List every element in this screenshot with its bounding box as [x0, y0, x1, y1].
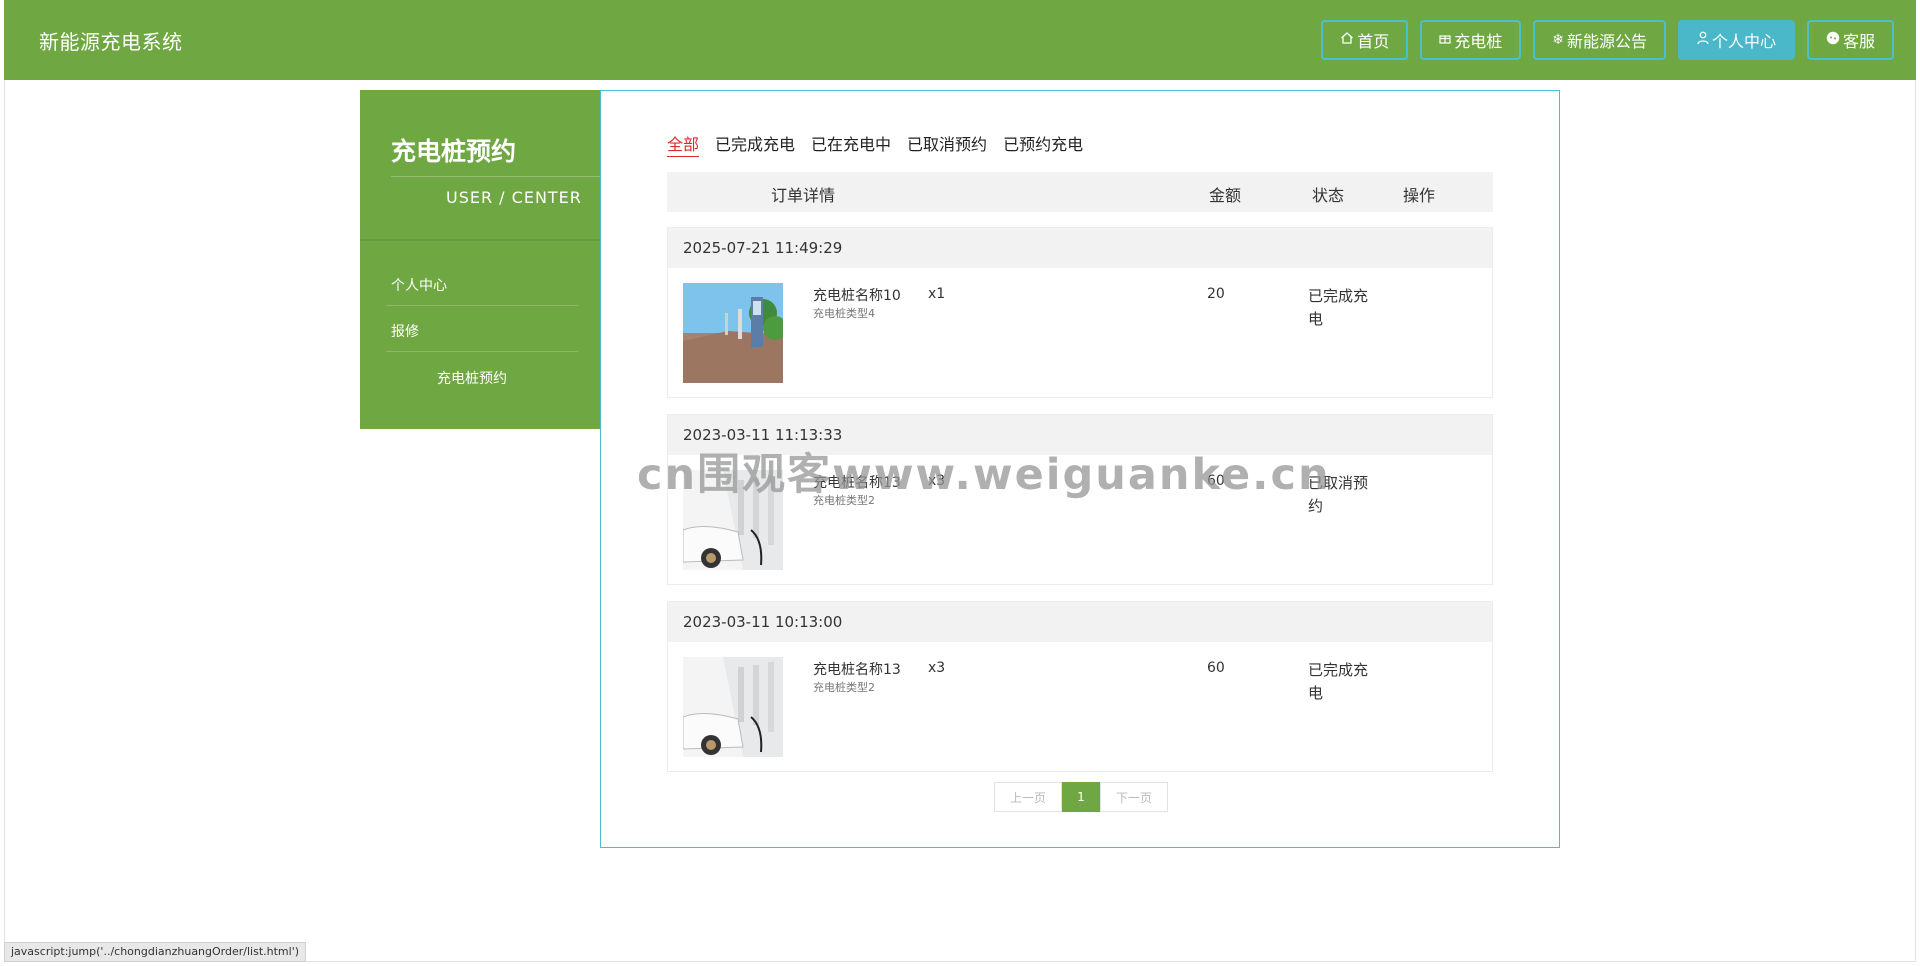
home-icon — [1340, 31, 1354, 49]
order-amount: 60 — [1207, 660, 1225, 676]
user-icon — [1697, 31, 1709, 49]
nav-announcement-button[interactable]: ❄ 新能源公告 — [1533, 20, 1666, 60]
page-1-button[interactable]: 1 — [1062, 782, 1100, 812]
tab-all[interactable]: 全部 — [667, 131, 700, 157]
chat-icon — [1826, 31, 1840, 49]
pagination: 上一页 1 下一页 — [994, 782, 1168, 812]
order-card: 2025-07-21 11:49:29 充电桩名称10 充电桩类型4 x1 20… — [667, 227, 1493, 398]
charging-pile-image[interactable] — [683, 283, 783, 383]
nav-announcement-label: 新能源公告 — [1566, 32, 1647, 51]
sidebar-item-reservation[interactable]: 充电桩预约 — [437, 368, 507, 388]
tab-cancelled[interactable]: 已取消预约 — [907, 131, 987, 157]
nav-user-center-button[interactable]: 个人中心 — [1677, 20, 1795, 60]
nav-buttons: 首页 充电桩 ❄ 新能源公告 个人中心 客服 — [1321, 20, 1894, 60]
order-item-quantity: x1 — [928, 286, 946, 302]
sidebar-divider — [391, 176, 600, 177]
tab-completed[interactable]: 已完成充电 — [715, 131, 795, 157]
order-item-name[interactable]: 充电桩名称13 — [813, 472, 901, 492]
charging-pile-image[interactable] — [683, 657, 783, 757]
header-amount: 金额 — [1209, 186, 1242, 205]
nav-home-label: 首页 — [1357, 32, 1390, 51]
order-status: 已完成充电 — [1308, 287, 1369, 328]
order-item-name[interactable]: 充电桩名称13 — [813, 659, 901, 679]
order-time: 2023-03-11 10:13:00 — [668, 602, 1492, 642]
brand-title: 新能源充电系统 — [39, 30, 183, 54]
nav-customer-service-button[interactable]: 客服 — [1806, 20, 1894, 60]
sidebar: 充电桩预约 USER / CENTER 个人中心 报修 充电桩预约 — [360, 90, 600, 429]
header-order-detail: 订单详情 — [771, 186, 836, 205]
order-card: 2023-03-11 10:13:00 充电桩名称13 充电桩类型2 x3 60… — [667, 601, 1493, 772]
order-amount: 60 — [1207, 473, 1225, 489]
table-header: 订单详情 金额 状态 操作 — [667, 172, 1493, 212]
gift-icon — [1439, 32, 1451, 48]
nav-charging-pile-button[interactable]: 充电桩 — [1420, 20, 1522, 60]
order-item-type: 充电桩类型2 — [813, 681, 875, 694]
snowflake-icon: ❄ — [1552, 32, 1564, 48]
sidebar-item-divider — [386, 305, 578, 306]
sidebar-divider — [360, 239, 600, 241]
order-item-type: 充电桩类型2 — [813, 494, 875, 507]
order-amount: 20 — [1207, 286, 1225, 302]
tab-charging[interactable]: 已在充电中 — [811, 131, 891, 157]
nav-customer-service-label: 客服 — [1842, 32, 1875, 51]
sidebar-item-user-center[interactable]: 个人中心 — [391, 275, 447, 295]
order-panel: 全部 已完成充电 已在充电中 已取消预约 已预约充电 订单详情 金额 状态 操作… — [600, 90, 1560, 848]
nav-charging-pile-label: 充电桩 — [1454, 32, 1503, 51]
sidebar-item-repair[interactable]: 报修 — [391, 321, 419, 341]
next-page-button[interactable]: 下一页 — [1100, 782, 1168, 812]
header-action: 操作 — [1403, 186, 1436, 205]
sidebar-subtitle: USER / CENTER — [446, 188, 582, 207]
browser-status-bar: javascript:jump('../chongdianzhuangOrder… — [4, 942, 307, 962]
order-status: 已完成充电 — [1308, 661, 1369, 702]
order-tabs: 全部 已完成充电 已在充电中 已取消预约 已预约充电 — [667, 131, 1083, 157]
nav-user-center-label: 个人中心 — [1711, 32, 1776, 51]
prev-page-button[interactable]: 上一页 — [994, 782, 1062, 812]
tab-reserved[interactable]: 已预约充电 — [1003, 131, 1083, 157]
order-item-quantity: x3 — [928, 660, 946, 676]
header-status: 状态 — [1312, 186, 1345, 205]
sidebar-item-divider — [386, 351, 578, 352]
nav-home-button[interactable]: 首页 — [1321, 20, 1409, 60]
top-navbar: 新能源充电系统 首页 充电桩 ❄ 新能源公告 个人中心 客服 — [4, 0, 1916, 80]
order-time: 2025-07-21 11:49:29 — [668, 228, 1492, 268]
order-item-name[interactable]: 充电桩名称10 — [813, 285, 901, 305]
order-item-type: 充电桩类型4 — [813, 307, 875, 320]
charging-pile-image[interactable] — [683, 470, 783, 570]
order-item-quantity: x3 — [928, 473, 946, 489]
order-status: 已取消预约 — [1308, 474, 1369, 515]
sidebar-title: 充电桩预约 — [391, 137, 517, 166]
order-time: 2023-03-11 11:13:33 — [668, 415, 1492, 455]
order-card: 2023-03-11 11:13:33 充电桩名称13 充电桩类型2 x3 60… — [667, 414, 1493, 585]
